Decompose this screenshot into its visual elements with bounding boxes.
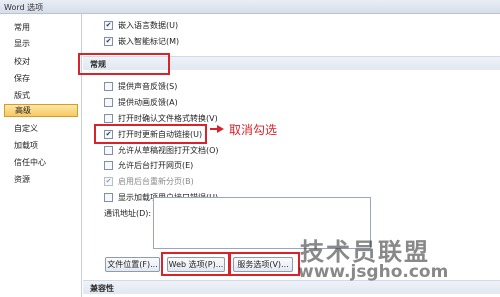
sidebar-item-trust-center[interactable]: 信任中心 [4, 156, 78, 169]
sidebar-item-typography[interactable]: 版式 [4, 89, 78, 102]
title-bar: Word 选项 [0, 0, 500, 14]
checkbox-icon[interactable] [104, 98, 113, 107]
file-locations-button[interactable]: 文件位置(F)... [105, 257, 160, 272]
sidebar: 常用 显示 校对 保存 版式 高级 自定义 加载项 信任中心 资源 [0, 14, 82, 297]
section-title-compatibility: 兼容性 [90, 284, 114, 293]
sidebar-item-display[interactable]: 显示 [4, 37, 78, 50]
checkbox-checked-disabled-icon: ✔ [104, 177, 113, 186]
annotation-text: 取消勾选 [229, 123, 278, 137]
checkbox-icon[interactable] [104, 161, 113, 170]
highlight-box-service-options [229, 252, 300, 276]
checkbox-icon[interactable] [104, 82, 113, 91]
advanced-options-panel: ✔ 嵌入语言数据(U) ✔ 嵌入智能标记(M) 常规 提供声音反馈(S) 提供动… [78, 14, 500, 297]
highlight-box-web-options [161, 252, 230, 276]
sidebar-item-save[interactable]: 保存 [4, 72, 78, 85]
annotation-arrow-icon [217, 125, 224, 133]
watermark-url: www.jsgho.com [298, 262, 449, 282]
checkbox-checked-icon[interactable]: ✔ [104, 21, 113, 30]
checkbox-icon[interactable] [104, 146, 113, 155]
checkbox-checked-icon[interactable]: ✔ [104, 37, 113, 46]
sidebar-item-proofing[interactable]: 校对 [4, 55, 78, 68]
sidebar-item-customize[interactable]: 自定义 [4, 122, 78, 135]
highlight-box-update-links [94, 124, 207, 144]
checkbox-icon[interactable] [104, 193, 113, 202]
mailing-address-label: 通讯地址(D): [104, 209, 152, 218]
sidebar-item-popular[interactable]: 常用 [4, 21, 78, 34]
checkbox-icon[interactable] [104, 114, 113, 123]
sidebar-item-addins[interactable]: 加载项 [4, 139, 78, 152]
sidebar-item-resources[interactable]: 资源 [4, 173, 78, 186]
sidebar-item-advanced[interactable]: 高级 [4, 104, 78, 117]
section-header-compatibility: 兼容性 [83, 280, 500, 294]
window-title: Word 选项 [4, 3, 44, 12]
highlight-box-general [78, 53, 170, 75]
